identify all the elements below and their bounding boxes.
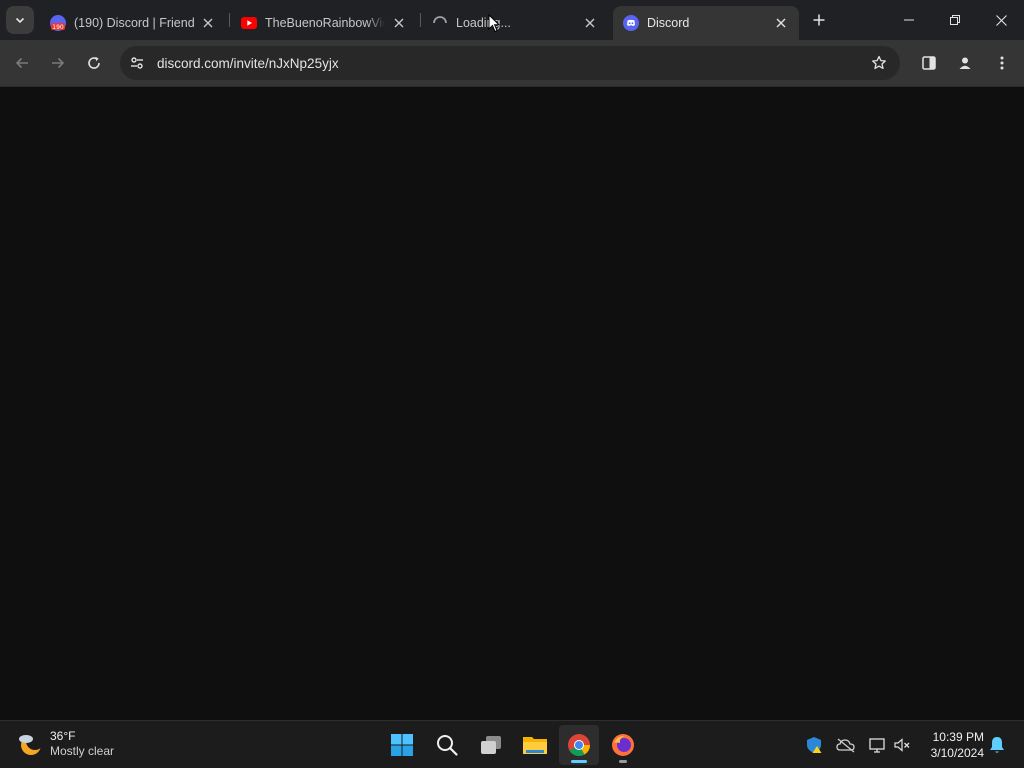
close-window-button[interactable] <box>978 0 1024 40</box>
more-vertical-icon <box>1000 56 1004 70</box>
close-icon[interactable] <box>582 15 598 31</box>
notification-bell-icon[interactable] <box>985 733 1009 757</box>
clock-time: 10:39 PM <box>932 730 984 744</box>
windows-taskbar: 36°F Mostly clear 10:39 PM 3/10/2024 <box>0 720 1024 768</box>
firefox-icon <box>612 734 634 756</box>
minimize-icon <box>904 19 914 21</box>
close-icon[interactable] <box>391 15 407 31</box>
profile-icon <box>959 57 971 69</box>
tab-search-button[interactable] <box>6 6 34 34</box>
chrome-icon <box>568 734 590 756</box>
start-button[interactable] <box>382 725 422 765</box>
youtube-icon <box>241 15 257 31</box>
plus-icon <box>813 14 825 26</box>
mouse-cursor-icon <box>488 14 500 33</box>
chevron-down-icon <box>15 17 25 24</box>
menu-button[interactable] <box>987 48 1017 78</box>
onedrive-icon[interactable] <box>834 733 858 757</box>
restore-button[interactable] <box>932 0 978 40</box>
weather-widget[interactable]: 36°F Mostly clear <box>16 729 114 759</box>
restore-icon <box>950 15 960 25</box>
tab-badge: 190 <box>52 24 64 31</box>
discord-icon <box>623 15 639 31</box>
url-text[interactable]: discord.com/invite/nJxNp25yjx <box>157 56 864 71</box>
task-view-icon <box>481 736 501 754</box>
reload-icon <box>88 56 100 69</box>
new-tab-button[interactable] <box>808 9 830 31</box>
tab-separator <box>229 13 230 27</box>
forward-button[interactable] <box>43 48 73 78</box>
bookmark-star-icon[interactable] <box>864 48 894 78</box>
site-info-icon[interactable] <box>122 48 152 78</box>
minimize-button[interactable] <box>886 0 932 40</box>
tab-title: TheBuenoRainbowVid <box>265 16 385 30</box>
tab-discord-friends[interactable]: 190 (190) Discord | Friends <box>40 6 226 40</box>
clock-date: 3/10/2024 <box>930 746 984 760</box>
taskbar-search-button[interactable] <box>427 725 467 765</box>
arrow-right-icon <box>52 57 65 69</box>
side-panel-icon <box>922 56 936 70</box>
loading-spinner-icon <box>432 15 448 31</box>
back-button[interactable] <box>7 48 37 78</box>
tab-separator <box>420 13 421 27</box>
volume-muted-icon[interactable] <box>890 733 914 757</box>
tab-discord[interactable]: Discord <box>613 6 799 40</box>
browser-toolbar: discord.com/invite/nJxNp25yjx <box>0 40 1024 86</box>
page-content <box>0 86 1024 720</box>
profile-button[interactable] <box>950 48 980 78</box>
tab-strip: 190 (190) Discord | Friends TheBuenoRain… <box>0 0 1024 40</box>
moon-cloud-icon <box>19 732 44 755</box>
tab-title: Discord <box>647 16 690 30</box>
tab-title: (190) Discord | Friends <box>74 16 194 30</box>
task-view-button[interactable] <box>471 725 511 765</box>
close-icon[interactable] <box>200 15 216 31</box>
firefox-taskbar-button[interactable] <box>603 725 643 765</box>
weather-temperature: 36°F <box>50 729 76 743</box>
weather-condition: Mostly clear <box>50 744 115 758</box>
close-icon <box>995 14 1007 26</box>
close-icon[interactable] <box>773 15 789 31</box>
system-clock[interactable]: 10:39 PM 3/10/2024 <box>918 729 984 761</box>
file-explorer-icon <box>523 737 547 754</box>
tab-loading[interactable]: Loading... <box>422 6 608 40</box>
discord-notification-icon: 190 <box>50 15 66 31</box>
arrow-left-icon <box>15 57 28 69</box>
network-icon[interactable] <box>865 733 889 757</box>
search-icon <box>437 735 458 756</box>
reload-button[interactable] <box>79 48 109 78</box>
start-icon <box>391 734 413 756</box>
side-panel-button[interactable] <box>914 48 944 78</box>
security-tray-icon[interactable] <box>802 733 826 757</box>
chrome-taskbar-button[interactable] <box>559 725 599 765</box>
tab-title: Loading... <box>456 16 511 30</box>
tab-youtube[interactable]: TheBuenoRainbowVid <box>231 6 417 40</box>
file-explorer-button[interactable] <box>515 725 555 765</box>
address-bar[interactable]: discord.com/invite/nJxNp25yjx <box>120 46 900 80</box>
